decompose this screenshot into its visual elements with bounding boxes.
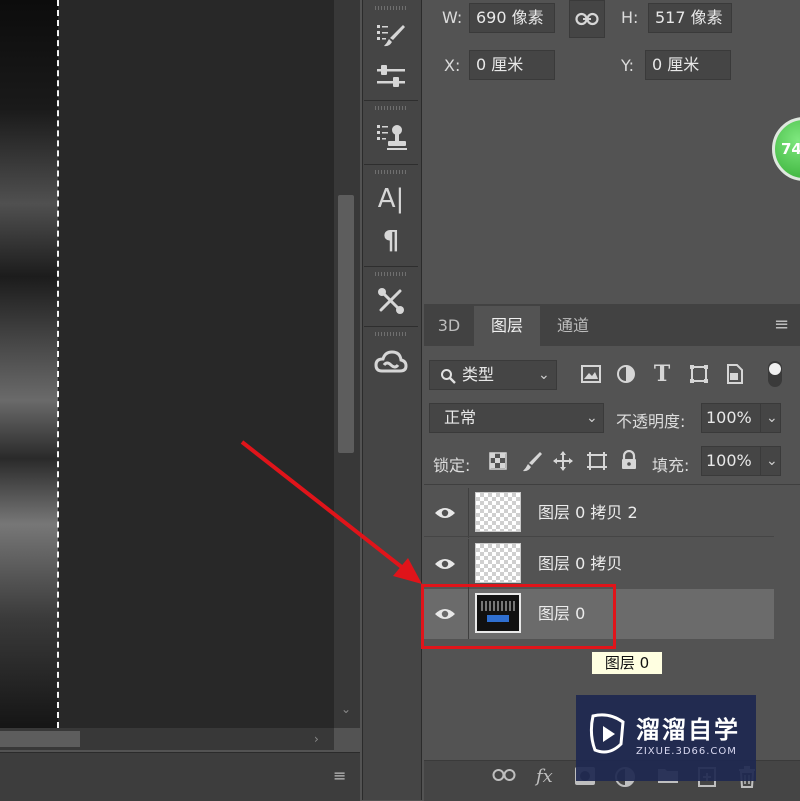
x-label: X: xyxy=(444,56,461,75)
fill-label: 填充: xyxy=(652,456,690,475)
layer-name[interactable]: 图层 0 拷贝 xyxy=(538,539,622,589)
layer-thumbnail xyxy=(475,543,521,583)
panel-menu-icon[interactable]: ≡ xyxy=(333,766,346,785)
layer-name-tooltip: 图层 0 xyxy=(591,651,663,675)
brush-settings-icon[interactable] xyxy=(369,20,413,50)
annotation-arrow-icon xyxy=(240,440,422,584)
blend-mode-value: 正常 xyxy=(444,408,477,427)
panel-divider xyxy=(424,484,800,485)
y-label: Y: xyxy=(621,56,635,75)
watermark-title: 溜溜自学 xyxy=(636,716,740,744)
vertical-scroll-thumb[interactable] xyxy=(338,195,354,453)
panel-dock-strip xyxy=(362,0,422,800)
y-position-field[interactable]: 0 厘米 xyxy=(645,50,731,80)
document-canvas[interactable] xyxy=(0,0,334,728)
fill-value: 100% xyxy=(706,451,752,470)
scroll-down-arrow-icon[interactable]: ⌄ xyxy=(341,702,351,716)
opacity-label: 不透明度: xyxy=(616,412,686,431)
link-layers-icon[interactable] xyxy=(492,766,516,787)
watermark-play-logo-icon xyxy=(589,713,625,754)
tab-3d[interactable]: 3D xyxy=(428,306,470,346)
creative-cloud-icon[interactable] xyxy=(369,348,413,378)
height-field[interactable]: 517 像素 xyxy=(648,3,732,33)
properties-panel xyxy=(424,0,800,302)
dock-grip[interactable] xyxy=(375,6,407,10)
dock-grip[interactable] xyxy=(375,332,407,336)
scroll-right-arrow-icon[interactable]: › xyxy=(314,732,319,746)
chevron-down-icon: ⌄ xyxy=(538,367,550,383)
adjustments-sliders-icon[interactable] xyxy=(369,62,413,92)
smart-object-filter-icon[interactable] xyxy=(723,362,747,386)
lock-artboard-icon[interactable] xyxy=(585,450,609,472)
layer-name[interactable]: 图层 0 拷贝 2 xyxy=(538,488,638,538)
canvas-bottom-bar xyxy=(0,752,360,801)
adjustment-layer-filter-icon[interactable] xyxy=(614,362,638,386)
link-icon xyxy=(575,12,599,26)
panel-menu-icon[interactable]: ≡ xyxy=(774,314,789,335)
tools-wrench-icon[interactable] xyxy=(369,286,413,316)
width-label: W: xyxy=(442,8,463,27)
filter-toggle-switch[interactable] xyxy=(768,361,782,387)
watermark-url: ZIXUE.3D66.COM xyxy=(636,746,737,757)
chevron-down-icon: ⌄ xyxy=(766,410,778,426)
shape-layer-filter-icon[interactable] xyxy=(687,362,711,386)
tab-layers[interactable]: 图层 xyxy=(474,306,540,346)
dock-grip[interactable] xyxy=(375,106,407,110)
lock-position-icon[interactable] xyxy=(552,450,574,472)
filter-kind-label: 类型 xyxy=(462,365,495,384)
dock-separator xyxy=(364,100,418,101)
dock-grip[interactable] xyxy=(375,170,407,174)
layer-row[interactable]: 图层 0 拷贝 2 xyxy=(424,488,774,538)
blend-mode-dropdown[interactable]: 正常 ⌄ xyxy=(429,403,604,433)
lock-image-pixels-icon[interactable] xyxy=(521,450,543,472)
annotation-highlight-box xyxy=(421,584,616,649)
horizontal-scroll-thumb[interactable] xyxy=(0,731,80,747)
dock-separator xyxy=(364,326,418,327)
dock-grip[interactable] xyxy=(375,272,407,276)
search-icon xyxy=(440,361,456,389)
layer-style-fx-button[interactable]: fx xyxy=(536,766,553,787)
selection-marquee xyxy=(57,0,59,728)
fill-field[interactable]: 100% ⌄ xyxy=(701,446,781,476)
layer-thumbnail xyxy=(475,492,521,532)
character-panel-icon[interactable]: A| xyxy=(369,184,413,214)
link-dimensions-button[interactable] xyxy=(569,0,605,38)
width-field[interactable]: 690 像素 xyxy=(469,3,555,33)
row-divider xyxy=(424,536,774,537)
layer-filter-dropdown[interactable]: 类型 ⌄ xyxy=(429,360,557,390)
x-position-field[interactable]: 0 厘米 xyxy=(469,50,555,80)
opacity-field[interactable]: 100% ⌄ xyxy=(701,403,781,433)
chevron-down-icon: ⌄ xyxy=(766,453,778,469)
photo-edge xyxy=(0,0,58,728)
height-label: H: xyxy=(621,8,639,27)
lock-all-icon[interactable] xyxy=(620,449,640,472)
dock-separator xyxy=(364,266,418,267)
dock-separator xyxy=(364,164,418,165)
layer-row[interactable]: 图层 0 拷贝 xyxy=(424,539,774,589)
opacity-value: 100% xyxy=(706,408,752,427)
type-layer-filter-icon[interactable]: T xyxy=(650,361,674,387)
pixel-layer-filter-icon[interactable] xyxy=(579,362,603,386)
lock-transparent-pixels-icon[interactable] xyxy=(489,452,507,470)
paragraph-panel-icon[interactable]: ¶ xyxy=(369,226,413,256)
clone-source-icon[interactable] xyxy=(369,122,413,152)
tab-channels[interactable]: 通道 xyxy=(542,306,604,346)
chevron-down-icon: ⌄ xyxy=(586,410,598,426)
